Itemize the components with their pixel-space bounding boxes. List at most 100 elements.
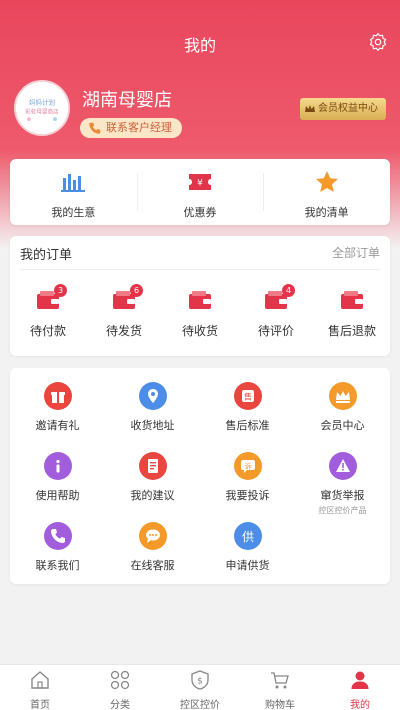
badge-count: 3	[54, 284, 67, 297]
after-sale-icon: 售	[233, 382, 262, 410]
service-contact-us[interactable]: 联系我们	[10, 522, 105, 573]
category-icon	[110, 670, 130, 690]
service-label: 使用帮助	[35, 489, 80, 502]
service-label: 收货地址	[130, 419, 175, 432]
service-member-center[interactable]: 会员中心	[295, 382, 390, 433]
bottom-navigation: 首页 分类 $ 控区控价 购物车 我的	[0, 664, 400, 710]
service-after-sale-standard[interactable]: 售 售后标准	[200, 382, 295, 433]
service-label: 邀请有礼	[35, 419, 80, 432]
phone-icon	[89, 122, 101, 134]
service-online-support[interactable]: 在线客服	[105, 522, 200, 573]
warning-icon	[328, 452, 357, 480]
order-refund[interactable]: 售后退款	[314, 286, 390, 339]
cart-icon	[271, 672, 289, 689]
nav-label: 我的	[350, 700, 370, 710]
contact-manager-button[interactable]: 联系客户经理	[80, 118, 182, 138]
nav-label: 分类	[110, 700, 130, 710]
service-help[interactable]: 使用帮助	[10, 452, 105, 503]
badge-count: 6	[130, 284, 143, 297]
order-pending-shipment[interactable]: 6 待发货	[86, 284, 162, 339]
wallet-icon	[341, 291, 363, 309]
vip-center-label: 会员权益中心	[318, 103, 378, 114]
user-icon	[351, 671, 369, 689]
orders-card: 我的订单 全部订单 3 待付款 6 待发货 待收货 4 待评价 售后退款	[10, 236, 390, 356]
svg-text:售: 售	[244, 392, 252, 402]
nav-price-control[interactable]: $ 控区控价	[160, 665, 240, 710]
service-shipping-address[interactable]: 收货地址	[105, 382, 200, 433]
service-cross-region-report[interactable]: 窜货举报 控区控价产品	[295, 452, 390, 516]
service-label: 申请供货	[225, 559, 270, 572]
profile-section: 妈妈计划 彩虹母婴商店 湖南母婴店 联系客户经理 会员权益中心	[0, 70, 400, 150]
phone-icon	[43, 522, 72, 550]
service-invite-gift[interactable]: 邀请有礼	[10, 382, 105, 433]
order-status-label: 待评价	[257, 324, 294, 338]
service-label: 会员中心	[320, 419, 365, 432]
avatar[interactable]: 妈妈计划 彩虹母婴商店	[14, 80, 70, 136]
service-label: 我要投诉	[225, 489, 270, 502]
svg-text:供: 供	[241, 530, 253, 544]
svg-text:彩虹母婴商店: 彩虹母婴商店	[25, 108, 59, 116]
service-label: 在线客服	[130, 559, 175, 572]
document-icon	[138, 452, 167, 480]
nav-cart[interactable]: 购物车	[240, 665, 320, 710]
order-pending-receipt[interactable]: 待收货	[162, 286, 238, 339]
service-label: 联系我们	[35, 559, 80, 572]
wallet-icon	[189, 291, 211, 309]
quick-link-label: 我的生意	[51, 206, 96, 219]
order-status-label: 待发货	[105, 324, 142, 338]
service-apply-supply[interactable]: 供 申请供货	[200, 522, 295, 573]
shield-price-icon: $	[191, 670, 209, 690]
gear-icon[interactable]	[368, 32, 388, 52]
order-status-label: 待付款	[29, 324, 66, 338]
quick-link-label: 优惠券	[183, 206, 217, 219]
shop-name: 湖南母婴店	[82, 90, 172, 111]
quick-link-my-business[interactable]: 我的生意	[10, 159, 137, 225]
vip-center-button[interactable]: 会员权益中心	[300, 98, 386, 120]
service-label: 我的建议	[130, 489, 175, 502]
coupon-icon: ¥	[189, 174, 211, 190]
order-pending-payment[interactable]: 3 待付款	[10, 284, 86, 339]
chat-icon	[138, 522, 167, 550]
svg-text:¥: ¥	[197, 179, 203, 189]
avatar-logo: 妈妈计划 彩虹母婴商店	[16, 82, 68, 134]
crown-icon	[305, 105, 315, 112]
svg-text:妈妈计划: 妈妈计划	[29, 97, 55, 106]
crown-icon	[328, 382, 357, 410]
services-card: 邀请有礼 收货地址 售 售后标准 会员中心 使用帮助 我的建议 诉 我要投诉 窜	[10, 368, 390, 584]
nav-label: 控区控价	[180, 700, 220, 710]
quick-links-card: 我的生意 ¥ 优惠券 我的清单	[10, 159, 390, 225]
home-icon	[31, 671, 49, 689]
nav-mine[interactable]: 我的	[320, 665, 400, 710]
star-icon	[315, 171, 338, 192]
quick-link-label: 我的清单	[304, 206, 349, 219]
bar-chart-icon	[61, 174, 86, 192]
order-status-label: 售后退款	[327, 324, 376, 338]
svg-text:诉: 诉	[244, 462, 251, 471]
service-label: 窜货举报	[320, 489, 365, 502]
quick-link-my-list[interactable]: 我的清单	[263, 159, 390, 225]
order-status-row: 3 待付款 6 待发货 待收货 4 待评价 售后退款	[10, 284, 390, 339]
supply-icon: 供	[233, 522, 262, 550]
complaint-icon: 诉	[233, 452, 262, 480]
nav-category[interactable]: 分类	[80, 665, 160, 710]
top-bar: 我的	[0, 0, 400, 62]
service-label: 售后标准	[225, 419, 270, 432]
nav-label: 购物车	[265, 700, 295, 710]
nav-label: 首页	[30, 700, 50, 710]
orders-header: 我的订单 全部订单	[20, 236, 380, 270]
order-pending-review[interactable]: 4 待评价	[238, 284, 314, 339]
service-complaint[interactable]: 诉 我要投诉	[200, 452, 295, 503]
all-orders-link[interactable]: 全部订单	[332, 244, 380, 261]
badge-count: 4	[282, 284, 295, 297]
quick-link-coupons[interactable]: ¥ 优惠券	[136, 159, 264, 225]
service-sublabel: 控区控价产品	[318, 506, 367, 515]
nav-home[interactable]: 首页	[0, 665, 80, 710]
contact-manager-label: 联系客户经理	[106, 121, 172, 134]
order-status-label: 待收货	[181, 324, 218, 338]
info-icon	[43, 452, 72, 480]
svg-text:$: $	[197, 677, 203, 687]
service-my-suggestions[interactable]: 我的建议	[105, 452, 200, 503]
page-title: 我的	[183, 36, 216, 55]
orders-title: 我的订单	[20, 248, 73, 263]
gift-icon	[43, 382, 72, 410]
